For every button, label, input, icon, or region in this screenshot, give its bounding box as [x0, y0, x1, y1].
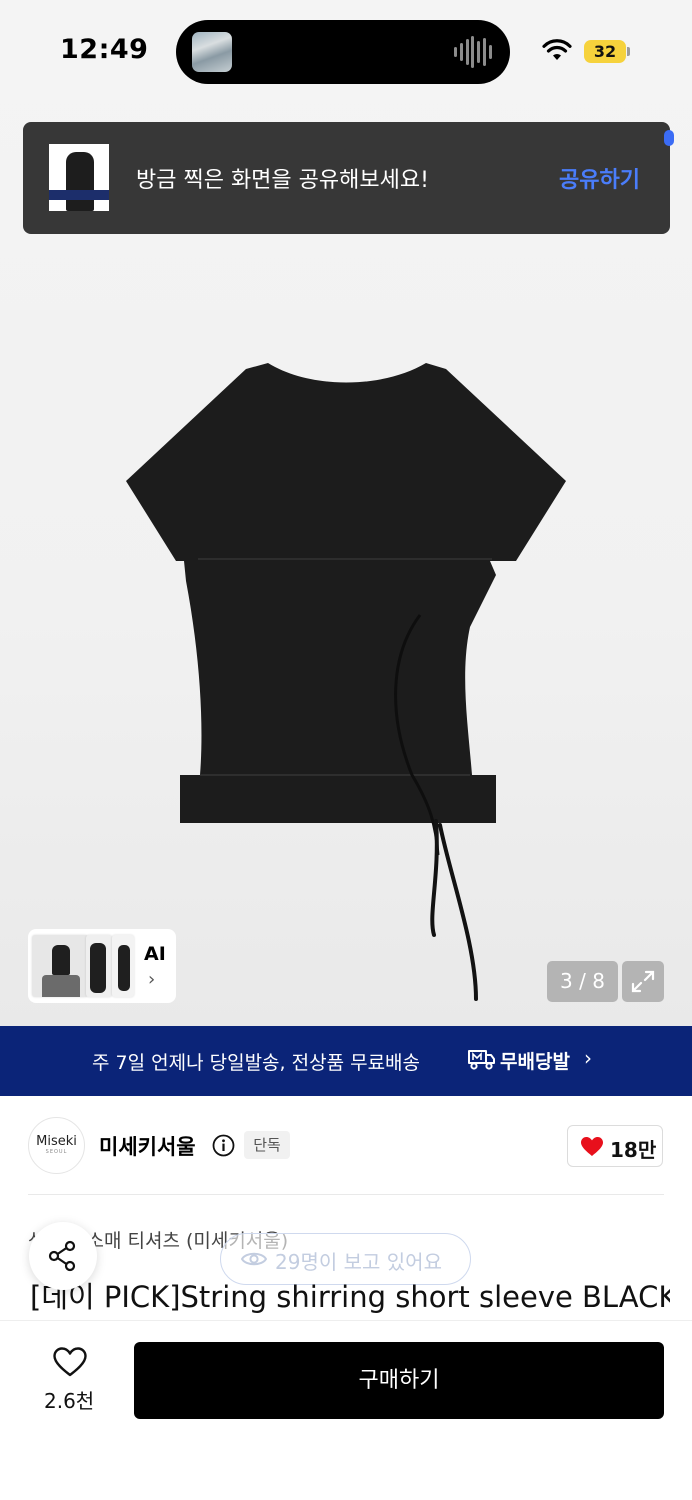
ai-label: AI: [144, 943, 166, 965]
brand-name[interactable]: 미세키서울: [99, 1131, 196, 1161]
ai-thumbnail: [32, 935, 88, 997]
expand-icon[interactable]: [622, 961, 664, 1002]
heart-filled-icon: [581, 1137, 603, 1156]
ai-styling-thumbnails[interactable]: AI ›: [28, 929, 176, 1003]
edge-indicator: [664, 130, 674, 146]
eye-icon: [241, 1252, 267, 1266]
battery-tip: [627, 47, 630, 56]
info-icon[interactable]: [212, 1134, 235, 1157]
ai-thumbnail: [86, 935, 112, 997]
banner-text: 주 7일 언제나 당일발송, 전상품 무료배송: [92, 1052, 421, 1074]
banner-brand: 무배당발: [500, 1051, 570, 1073]
share-toast[interactable]: 방금 찍은 화면을 공유해보세요! 공유하기: [23, 122, 670, 234]
product-title: [데이 PICK]String shirring short sleeve BL…: [30, 1280, 670, 1314]
status-time: 12:49: [60, 34, 149, 65]
audio-wave-icon: [454, 36, 492, 68]
brand-like-count: 18만: [610, 1138, 657, 1162]
delivery-truck-icon: [468, 1050, 495, 1070]
screenshot-thumbnail: [49, 144, 109, 211]
ai-thumbnail: [112, 935, 134, 997]
wifi-icon: [542, 39, 572, 60]
divider: [28, 1194, 664, 1195]
brand-like-button[interactable]: 18만: [567, 1125, 663, 1167]
viewers-text: 29명이 보고 있어요: [275, 1250, 442, 1274]
dynamic-island[interactable]: [176, 20, 510, 84]
buy-button[interactable]: 구매하기: [134, 1342, 664, 1419]
now-playing-thumbnail: [192, 32, 232, 72]
wish-count: 2.6천: [44, 1389, 95, 1413]
share-icon-button[interactable]: [29, 1222, 97, 1290]
battery-indicator: 32: [584, 40, 626, 63]
product-photo-tshirt[interactable]: [120, 355, 572, 1005]
toast-message: 방금 찍은 화면을 공유해보세요!: [136, 168, 429, 193]
chevron-right-icon: ›: [148, 969, 156, 990]
exclusive-badge: 단독: [244, 1131, 290, 1159]
brand-logo[interactable]: Miseki SEOUL: [28, 1117, 85, 1174]
chevron-right-icon: ›: [584, 1046, 592, 1070]
share-button[interactable]: 공유하기: [559, 162, 640, 194]
heart-outline-icon[interactable]: [52, 1346, 88, 1378]
image-counter: 3 / 8: [547, 961, 618, 1002]
share-icon: [48, 1240, 76, 1272]
free-shipping-banner[interactable]: 주 7일 언제나 당일발송, 전상품 무료배송 무배당발 ›: [0, 1026, 692, 1096]
